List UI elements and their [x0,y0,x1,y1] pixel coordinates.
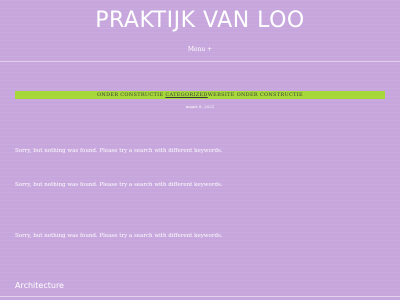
post-meta-prefix: ONDER CONSTRUCTIE [97,92,164,98]
post-date: maart 8, 2021 [185,104,215,109]
no-results-notice: Sorry, but nothing was found. Please try… [15,233,223,239]
footer-architecture-link[interactable]: Architecture [15,281,64,290]
site-title[interactable]: PRAKTIJK VAN LOO [0,8,400,33]
post-meta-banner: ONDER CONSTRUCTIE CATEGORIZEDWEBSITE OND… [15,91,385,99]
menu-toggle-button[interactable]: Menu + [188,46,212,53]
footer-divider [0,296,400,297]
post-meta-suffix: WEBSITE ONDER CONSTRUCTIE [207,92,303,98]
no-results-notice: Sorry, but nothing was found. Please try… [15,148,223,154]
category-link[interactable]: CATEGORIZED [165,92,207,98]
header-divider [0,61,400,62]
no-results-notice: Sorry, but nothing was found. Please try… [15,182,223,188]
menu-toggle-wrapper: Menu + [0,46,400,53]
